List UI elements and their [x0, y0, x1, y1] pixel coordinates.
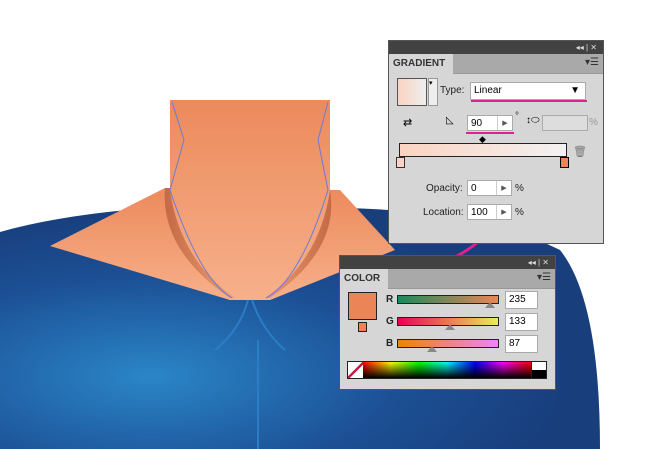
opacity-label: Opacity: — [426, 183, 463, 194]
trash-icon[interactable]: 🗑 — [573, 145, 587, 158]
channel-value-input[interactable]: 133 — [505, 313, 538, 331]
slider-thumb[interactable] — [485, 302, 495, 308]
channel-value-input[interactable]: 87 — [505, 335, 538, 353]
gradient-panel: ◂◂ | ✕ GRADIENT ▾☰ ▾ Type: Linear ▼ ⇄ ◺ 90… — [388, 40, 604, 244]
white-black-swatch[interactable] — [531, 361, 547, 379]
opacity-input[interactable]: 0 ▶ — [467, 180, 512, 196]
location-input[interactable]: 100 ▶ — [467, 204, 512, 220]
reverse-gradient-icon[interactable]: ⇄ — [403, 116, 412, 129]
tab-color[interactable]: COLOR — [340, 269, 389, 289]
annotation-underline — [466, 132, 514, 134]
gradient-slider[interactable] — [399, 143, 567, 157]
color-stop-right[interactable] — [560, 157, 569, 168]
channel-slider[interactable] — [397, 339, 499, 352]
swatch-dropdown[interactable]: ▾ — [428, 78, 438, 106]
channel-slider[interactable] — [397, 295, 499, 308]
color-panel: ◂◂ | ✕ COLOR ▾☰ R 235 G 133 B 87 — [339, 255, 556, 390]
slider-thumb[interactable] — [445, 324, 455, 330]
degree-symbol: ° — [515, 111, 519, 122]
type-select[interactable]: Linear ▼ — [470, 82, 586, 100]
channel-label: G — [386, 316, 394, 327]
panel-titlebar[interactable]: ◂◂ | ✕ — [340, 256, 555, 269]
angle-input[interactable]: 90 ▶ — [467, 115, 513, 131]
channel-label: B — [386, 338, 394, 349]
out-of-gamut-icon — [358, 322, 367, 332]
annotation-underline — [471, 100, 587, 102]
color-spectrum[interactable] — [363, 361, 532, 379]
midpoint-diamond[interactable]: ◆ — [479, 134, 486, 145]
gradient-swatch[interactable] — [397, 78, 427, 106]
fill-swatch[interactable] — [348, 292, 377, 320]
channel-value-input[interactable]: 235 — [505, 291, 538, 309]
type-label: Type: — [440, 85, 465, 96]
channel-slider[interactable] — [397, 317, 499, 330]
location-label: Location: — [423, 207, 464, 218]
slider-thumb[interactable] — [427, 346, 437, 352]
angle-icon: ◺ — [446, 115, 454, 126]
panel-menu-icon[interactable]: ▾☰ — [537, 272, 551, 283]
panel-menu-icon[interactable]: ▾☰ — [585, 57, 599, 68]
aspect-ratio-input — [542, 115, 588, 131]
channel-label: R — [386, 294, 394, 305]
chevron-down-icon: ▼ — [570, 85, 580, 96]
panel-titlebar[interactable]: ◂◂ | ✕ — [389, 41, 603, 54]
tab-gradient[interactable]: GRADIENT — [389, 54, 454, 74]
aspect-ratio-icon: ↕⬭ — [526, 115, 540, 126]
color-stop-left[interactable] — [396, 157, 405, 168]
